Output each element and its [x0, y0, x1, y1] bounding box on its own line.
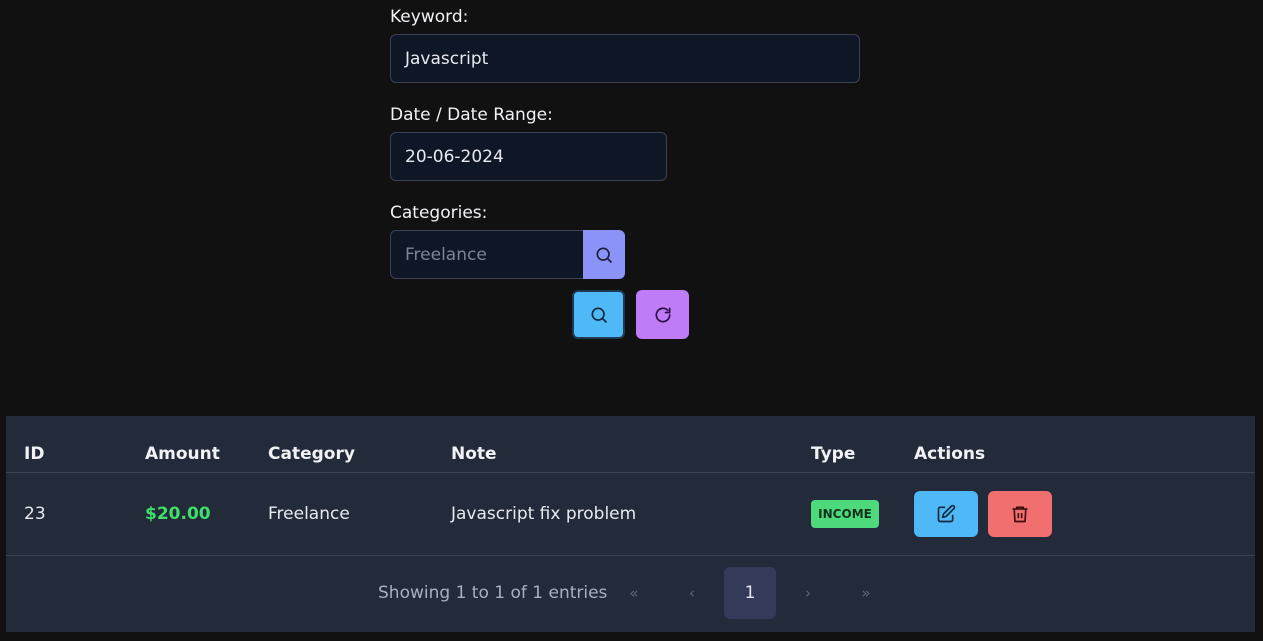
search-icon	[596, 247, 613, 263]
trash-icon	[1012, 506, 1028, 523]
date-input[interactable]: 20-06-2024	[390, 132, 667, 181]
type-badge: INCOME	[811, 500, 879, 528]
last-page-button[interactable]: »	[840, 567, 892, 619]
categories-input[interactable]: Freelance	[390, 230, 584, 279]
header-type: Type	[811, 444, 856, 464]
keyword-label: Keyword:	[390, 7, 469, 27]
header-divider	[6, 472, 1255, 473]
next-page-button[interactable]: ›	[782, 567, 834, 619]
row-divider	[6, 555, 1255, 556]
cell-note: Javascript fix problem	[451, 504, 637, 524]
first-page-button[interactable]: «	[608, 567, 660, 619]
prev-page-button[interactable]: ‹	[666, 567, 718, 619]
categories-label: Categories:	[390, 203, 488, 223]
search-icon	[591, 307, 607, 323]
header-note: Note	[451, 444, 497, 464]
reset-button[interactable]	[636, 290, 689, 339]
header-amount: Amount	[145, 444, 220, 464]
category-search-button[interactable]	[583, 230, 625, 279]
header-id: ID	[24, 444, 45, 464]
cell-category: Freelance	[268, 504, 350, 524]
delete-button[interactable]	[988, 491, 1052, 537]
search-button[interactable]	[572, 290, 625, 339]
edit-icon	[937, 504, 956, 523]
page-1-button[interactable]: 1	[724, 567, 776, 619]
pagination-info: Showing 1 to 1 of 1 entries	[378, 583, 608, 603]
keyword-input[interactable]: Javascript	[390, 34, 860, 83]
refresh-icon	[655, 307, 670, 322]
cell-id: 23	[24, 504, 46, 524]
cell-amount: $20.00	[145, 504, 211, 524]
date-label: Date / Date Range:	[390, 105, 553, 125]
transactions-table: ID Amount Category Note Type Actions 23 …	[6, 416, 1255, 632]
header-category: Category	[268, 444, 355, 464]
header-actions: Actions	[914, 444, 986, 464]
edit-button[interactable]	[914, 491, 978, 537]
